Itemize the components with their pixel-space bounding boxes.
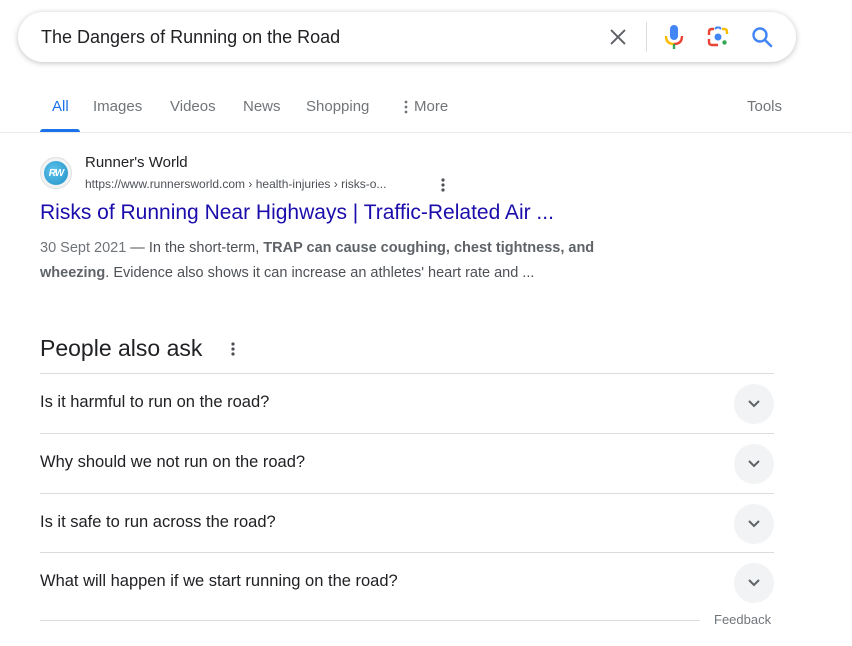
search-tabs: All Images Videos News Shopping More Too… — [0, 85, 852, 133]
active-tab-indicator — [40, 129, 80, 132]
chevron-down-icon[interactable] — [734, 563, 774, 603]
tab-news[interactable]: News — [243, 98, 281, 115]
paa-question-text: Is it safe to run across the road? — [40, 513, 276, 531]
paa-more-options-icon[interactable] — [226, 339, 240, 359]
tab-more-label: More — [414, 98, 449, 115]
more-vert-icon — [404, 100, 408, 114]
people-also-ask-heading: People also ask — [40, 335, 203, 361]
paa-question[interactable]: Is it safe to run across the road? — [40, 493, 774, 552]
chevron-down-icon[interactable] — [734, 444, 774, 484]
result-date: 30 Sept 2021 — [40, 240, 127, 256]
paa-question-text: Why should we not run on the road? — [40, 453, 306, 471]
site-url[interactable]: https://www.runnersworld.com › health-in… — [85, 177, 386, 191]
clear-icon[interactable] — [605, 24, 631, 50]
result-title-link[interactable]: Risks of Running Near Highways | Traffic… — [40, 201, 554, 225]
tab-all[interactable]: All — [52, 98, 69, 115]
search-icon[interactable] — [749, 24, 775, 50]
result-more-options-icon[interactable] — [436, 176, 450, 194]
runners-world-logo-icon: RW — [44, 161, 68, 185]
tab-videos[interactable]: Videos — [170, 98, 216, 115]
paa-question-text: What will happen if we start running on … — [40, 572, 398, 590]
site-name[interactable]: Runner's World — [85, 154, 188, 171]
site-favicon[interactable]: RW — [40, 157, 72, 189]
snippet-text-post: . Evidence also shows it can increase an… — [105, 265, 535, 281]
google-lens-icon[interactable] — [705, 24, 731, 50]
snippet-text-pre: — In the short-term, — [126, 240, 264, 256]
paa-question[interactable]: Is it harmful to run on the road? — [40, 373, 774, 433]
paa-question-text: Is it harmful to run on the road? — [40, 393, 270, 411]
paa-question[interactable]: Why should we not run on the road? — [40, 433, 774, 493]
tab-images[interactable]: Images — [93, 98, 142, 115]
tab-shopping[interactable]: Shopping — [306, 98, 369, 115]
tab-more[interactable]: More — [404, 98, 448, 115]
paa-list: Is it harmful to run on the road? Why sh… — [40, 373, 774, 612]
paa-bottom-divider — [40, 620, 700, 621]
paa-question[interactable]: What will happen if we start running on … — [40, 552, 774, 612]
result-snippet: 30 Sept 2021 — In the short-term, TRAP c… — [40, 236, 660, 286]
tools-button[interactable]: Tools — [747, 98, 782, 115]
chevron-down-icon[interactable] — [734, 384, 774, 424]
search-input[interactable]: The Dangers of Running on the Road — [41, 27, 340, 48]
search-box[interactable]: The Dangers of Running on the Road — [18, 12, 796, 62]
feedback-link[interactable]: Feedback — [714, 612, 771, 627]
chevron-down-icon[interactable] — [734, 504, 774, 544]
search-divider — [646, 22, 647, 52]
microphone-icon[interactable] — [661, 24, 687, 50]
